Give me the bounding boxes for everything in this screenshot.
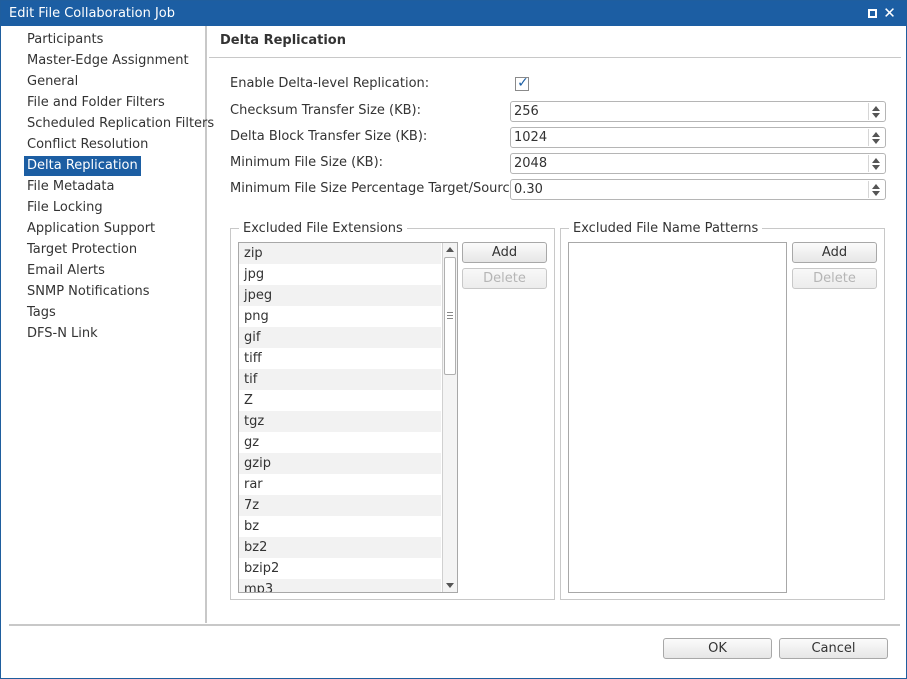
enable-delta-checkbox[interactable]: ✓ bbox=[515, 75, 529, 91]
window-title: Edit File Collaboration Job bbox=[9, 6, 176, 21]
stepper-down-icon[interactable] bbox=[872, 139, 880, 144]
close-icon: ✕ bbox=[883, 4, 896, 22]
stepper-up-icon[interactable] bbox=[872, 106, 880, 111]
stepper-up-icon[interactable] bbox=[872, 184, 880, 189]
ok-button[interactable]: OK bbox=[663, 638, 772, 659]
sidebar-item-participants[interactable]: Participants bbox=[24, 30, 106, 50]
delta-block-size-value[interactable]: 1024 bbox=[514, 130, 547, 145]
stepper-arrows bbox=[868, 129, 884, 146]
sidebar-item-tags[interactable]: Tags bbox=[24, 303, 59, 323]
min-file-size-stepper[interactable]: 2048 bbox=[510, 153, 886, 174]
add-extension-button[interactable]: Add bbox=[462, 242, 547, 263]
sidebar-item-scheduled-replication-filters[interactable]: Scheduled Replication Filters bbox=[24, 114, 217, 134]
enable-delta-label: Enable Delta-level Replication: bbox=[230, 76, 430, 91]
cancel-button[interactable]: Cancel bbox=[779, 638, 888, 659]
list-item[interactable]: bzip2 bbox=[239, 558, 441, 579]
list-item[interactable]: jpeg bbox=[239, 285, 441, 306]
excluded-extensions-group: Excluded File Extensions zip jpg jpeg pn… bbox=[230, 221, 555, 600]
stepper-down-icon[interactable] bbox=[872, 165, 880, 170]
sidebar-item-file-and-folder-filters[interactable]: File and Folder Filters bbox=[24, 93, 168, 113]
stepper-up-icon[interactable] bbox=[872, 158, 880, 163]
stepper-arrows bbox=[868, 103, 884, 120]
list-item[interactable]: tgz bbox=[239, 411, 441, 432]
min-file-size-percentage-value[interactable]: 0.30 bbox=[514, 182, 543, 197]
checksum-size-label: Checksum Transfer Size (KB): bbox=[230, 103, 421, 118]
min-file-size-percentage-label: Minimum File Size Percentage Target/Sour… bbox=[230, 181, 522, 196]
min-file-size-value[interactable]: 2048 bbox=[514, 156, 547, 171]
list-item[interactable]: mp3 bbox=[239, 579, 441, 592]
stepper-down-icon[interactable] bbox=[872, 191, 880, 196]
min-file-size-label: Minimum File Size (KB): bbox=[230, 155, 384, 170]
stepper-arrows bbox=[868, 181, 884, 198]
maximize-icon bbox=[868, 9, 877, 18]
excluded-patterns-legend: Excluded File Name Patterns bbox=[569, 221, 763, 236]
list-item[interactable]: tif bbox=[239, 369, 441, 390]
sidebar-item-delta-replication[interactable]: Delta Replication bbox=[24, 156, 141, 176]
sidebar-item-dfs-n-link[interactable]: DFS-N Link bbox=[24, 324, 101, 344]
sidebar-item-master-edge-assignment[interactable]: Master-Edge Assignment bbox=[24, 51, 192, 71]
checksum-size-stepper[interactable]: 256 bbox=[510, 101, 886, 122]
list-item[interactable]: bz bbox=[239, 516, 441, 537]
list-item[interactable]: png bbox=[239, 306, 441, 327]
list-item[interactable]: bz2 bbox=[239, 537, 441, 558]
sidebar-item-target-protection[interactable]: Target Protection bbox=[24, 240, 140, 260]
sidebar-item-application-support[interactable]: Application Support bbox=[24, 219, 158, 239]
list-item[interactable]: tiff bbox=[239, 348, 441, 369]
stepper-arrows bbox=[868, 155, 884, 172]
list-item[interactable]: zip bbox=[239, 243, 441, 264]
sidebar-item-file-metadata[interactable]: File Metadata bbox=[24, 177, 117, 197]
footer-divider bbox=[9, 624, 900, 626]
sidebar-nav: Participants Master-Edge Assignment Gene… bbox=[2, 26, 214, 623]
sidebar-item-general[interactable]: General bbox=[24, 72, 81, 92]
delete-extension-button[interactable]: Delete bbox=[462, 268, 547, 289]
list-item[interactable]: gzip bbox=[239, 453, 441, 474]
list-item[interactable]: gz bbox=[239, 432, 441, 453]
scroll-up-icon[interactable] bbox=[446, 247, 454, 252]
stepper-down-icon[interactable] bbox=[872, 113, 880, 118]
list-item[interactable]: rar bbox=[239, 474, 441, 495]
delete-pattern-button[interactable]: Delete bbox=[792, 268, 877, 289]
sidebar-item-snmp-notifications[interactable]: SNMP Notifications bbox=[24, 282, 153, 302]
dialog-window: Edit File Collaboration Job ✕ Participan… bbox=[0, 0, 907, 679]
min-file-size-percentage-stepper[interactable]: 0.30 bbox=[510, 179, 886, 200]
add-pattern-button[interactable]: Add bbox=[792, 242, 877, 263]
sidebar-item-file-locking[interactable]: File Locking bbox=[24, 198, 106, 218]
scroll-thumb[interactable] bbox=[444, 257, 456, 375]
list-item[interactable]: Z bbox=[239, 390, 441, 411]
checksum-size-value[interactable]: 256 bbox=[514, 104, 539, 119]
extensions-scrollbar[interactable] bbox=[442, 243, 457, 592]
maximize-button[interactable] bbox=[865, 6, 880, 21]
close-button[interactable]: ✕ bbox=[882, 6, 897, 21]
checkmark-icon: ✓ bbox=[517, 75, 529, 91]
delta-block-size-stepper[interactable]: 1024 bbox=[510, 127, 886, 148]
excluded-extensions-list[interactable]: zip jpg jpeg png gif tiff tif Z tgz gz g… bbox=[238, 242, 458, 593]
delta-block-size-label: Delta Block Transfer Size (KB): bbox=[230, 129, 428, 144]
list-item[interactable]: gif bbox=[239, 327, 441, 348]
sidebar-item-email-alerts[interactable]: Email Alerts bbox=[24, 261, 108, 281]
list-item[interactable]: jpg bbox=[239, 264, 441, 285]
list-item[interactable]: 7z bbox=[239, 495, 441, 516]
excluded-patterns-list[interactable] bbox=[568, 242, 787, 593]
stepper-up-icon[interactable] bbox=[872, 132, 880, 137]
sidebar-item-conflict-resolution[interactable]: Conflict Resolution bbox=[24, 135, 151, 155]
section-divider bbox=[209, 57, 901, 58]
scroll-down-icon[interactable] bbox=[446, 583, 454, 588]
excluded-extensions-legend: Excluded File Extensions bbox=[239, 221, 407, 236]
main-panel: Delta Replication Enable Delta-level Rep… bbox=[209, 26, 906, 623]
grip-icon bbox=[447, 312, 453, 319]
title-bar[interactable]: Edit File Collaboration Job ✕ bbox=[1, 1, 906, 26]
excluded-patterns-group: Excluded File Name Patterns Add Delete bbox=[560, 221, 885, 600]
section-title: Delta Replication bbox=[220, 33, 346, 48]
